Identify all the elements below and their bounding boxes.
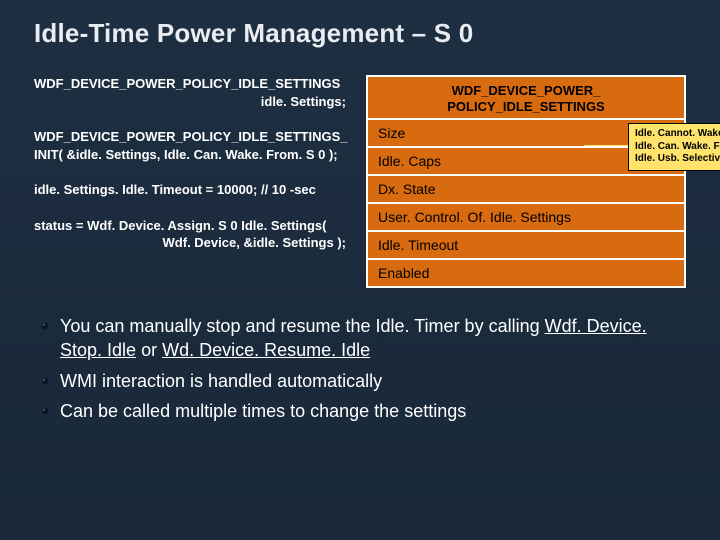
struct-row: User. Control. Of. Idle. Settings xyxy=(368,204,684,232)
code-text: Wdf. Device, &idle. Settings ); xyxy=(34,234,348,252)
code-text: status = Wdf. Device. Assign. S 0 Idle. … xyxy=(34,218,326,233)
code-decl: WDF_DEVICE_POWER_POLICY_IDLE_SETTINGS id… xyxy=(34,75,348,110)
struct-row: Idle. Timeout xyxy=(368,232,684,260)
struct-column: WDF_DEVICE_POWER_ POLICY_IDLE_SETTINGS S… xyxy=(366,75,686,288)
struct-header-line: WDF_DEVICE_POWER_ xyxy=(452,83,601,98)
code-text: idle. Settings; xyxy=(34,93,348,111)
slide: Idle-Time Power Management – S 0 WDF_DEV… xyxy=(0,0,720,540)
bullet-text: You can manually stop and resume the Idl… xyxy=(60,316,545,336)
struct-header: WDF_DEVICE_POWER_ POLICY_IDLE_SETTINGS xyxy=(368,77,684,120)
callout-line: Idle. Can. Wake. From. S 0 xyxy=(635,141,720,152)
bullet-item: You can manually stop and resume the Idl… xyxy=(34,314,686,363)
link-resume-idle[interactable]: Wd. Device. Resume. Idle xyxy=(162,340,370,360)
slide-title: Idle-Time Power Management – S 0 xyxy=(34,18,686,49)
callout-connector xyxy=(584,145,628,146)
callout-line: Idle. Cannot. Wake. From. S 0 xyxy=(635,128,720,139)
bullet-text: Can be called multiple times to change t… xyxy=(60,401,466,421)
bullet-icon xyxy=(40,376,50,386)
code-timeout: idle. Settings. Idle. Timeout = 10000; /… xyxy=(34,181,348,199)
code-init: WDF_DEVICE_POWER_POLICY_IDLE_SETTINGS_ I… xyxy=(34,128,348,163)
code-text: WDF_DEVICE_POWER_POLICY_IDLE_SETTINGS_ xyxy=(34,129,348,144)
bullet-text: or xyxy=(136,340,162,360)
bullet-icon xyxy=(40,406,50,416)
struct-box: WDF_DEVICE_POWER_ POLICY_IDLE_SETTINGS S… xyxy=(366,75,686,288)
code-text: INIT( &idle. Settings, Idle. Can. Wake. … xyxy=(34,147,338,162)
code-text: idle. Settings. Idle. Timeout = 10000; /… xyxy=(34,182,316,197)
code-text: WDF_DEVICE_POWER_POLICY_IDLE_SETTINGS xyxy=(34,76,340,91)
struct-header-line: POLICY_IDLE_SETTINGS xyxy=(447,99,604,114)
callout-line: Idle. Usb. Selective. Suspend xyxy=(635,153,720,164)
bullet-item: Can be called multiple times to change t… xyxy=(34,399,686,423)
code-column: WDF_DEVICE_POWER_POLICY_IDLE_SETTINGS id… xyxy=(34,75,348,270)
code-assign: status = Wdf. Device. Assign. S 0 Idle. … xyxy=(34,217,348,252)
content-columns: WDF_DEVICE_POWER_POLICY_IDLE_SETTINGS id… xyxy=(34,75,686,288)
bullet-text: WMI interaction is handled automatically xyxy=(60,371,382,391)
bullet-item: WMI interaction is handled automatically xyxy=(34,369,686,393)
struct-row: Enabled xyxy=(368,260,684,286)
bullet-icon xyxy=(40,321,50,331)
bullet-list: You can manually stop and resume the Idl… xyxy=(34,314,686,423)
enum-callout: Idle. Cannot. Wake. From. S 0 Idle. Can.… xyxy=(628,123,720,171)
struct-row: Dx. State xyxy=(368,176,684,204)
